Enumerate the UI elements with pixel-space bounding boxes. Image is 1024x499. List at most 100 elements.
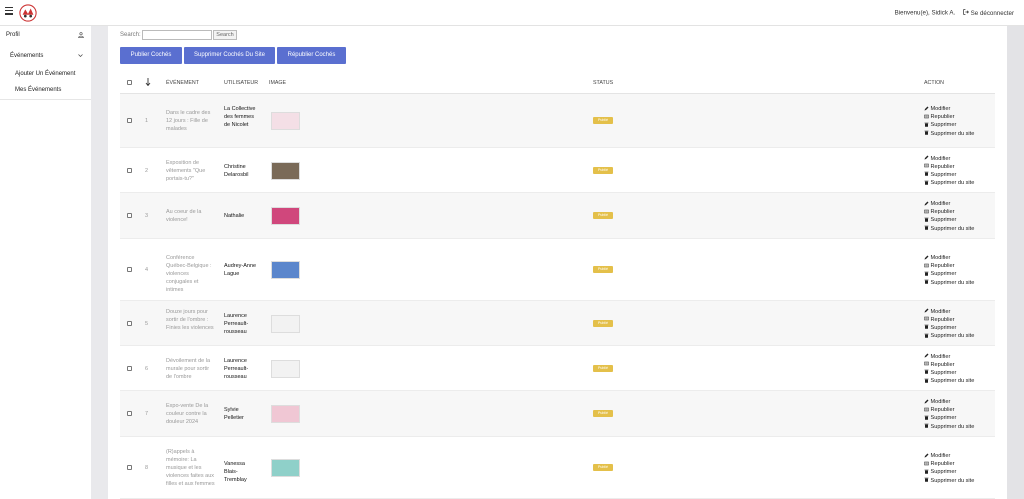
republish-action[interactable]: Republier: [924, 316, 974, 324]
republish-checked-button[interactable]: Républier Cochés: [277, 47, 346, 64]
sidebar-item-events[interactable]: Événements: [10, 53, 43, 59]
republish-action[interactable]: Republier: [924, 361, 974, 369]
republish-action[interactable]: Republier: [924, 163, 974, 171]
delete-site-action[interactable]: Supprimer du site: [924, 279, 974, 287]
table-row: 4 Conférence Québec-Belgique : violences …: [120, 239, 995, 301]
row-number: 6: [145, 365, 149, 372]
event-user: La Collective des femmes de Nicolet: [224, 106, 256, 128]
edit-action[interactable]: Modifier: [924, 353, 974, 361]
sort-arrow-icon[interactable]: [145, 78, 151, 86]
edit-action[interactable]: Modifier: [924, 452, 974, 460]
event-thumbnail[interactable]: [271, 161, 300, 180]
republish-action[interactable]: Republier: [924, 460, 974, 468]
event-thumbnail[interactable]: [271, 459, 300, 477]
trash-icon: [924, 415, 929, 420]
edit-action[interactable]: Modifier: [924, 105, 974, 113]
edit-action[interactable]: Modifier: [924, 254, 974, 262]
search-button[interactable]: Search: [213, 30, 237, 40]
delete-site-action[interactable]: Supprimer du site: [924, 477, 974, 485]
row-checkbox[interactable]: [127, 267, 132, 272]
select-all-checkbox[interactable]: [127, 80, 132, 85]
delete-action[interactable]: Supprimer: [924, 216, 974, 224]
trash-icon: [924, 370, 929, 375]
republish-action[interactable]: Republier: [924, 262, 974, 270]
delete-site-action[interactable]: Supprimer du site: [924, 179, 974, 187]
row-checkbox[interactable]: [127, 213, 132, 218]
action-label: Supprimer du site: [930, 279, 975, 286]
row-checkbox[interactable]: [127, 320, 132, 326]
republish-action[interactable]: Republier: [924, 113, 974, 121]
delete-action[interactable]: Supprimer: [924, 171, 974, 179]
row-checkbox[interactable]: [127, 118, 132, 123]
row-checkbox[interactable]: [127, 411, 132, 416]
trash-icon: [924, 271, 929, 276]
trash-icon: [924, 378, 929, 383]
delete-action[interactable]: Supprimer: [924, 324, 974, 332]
edit-action[interactable]: Modifier: [924, 398, 974, 406]
table-row: 1 Dans le cadre des 12 jours : Fille de m…: [120, 94, 995, 148]
user-area: Bienvenu(e), Sidick A. Se déconnecter: [895, 9, 1014, 17]
delete-site-action[interactable]: Supprimer du site: [924, 225, 974, 233]
edit-action[interactable]: Modifier: [924, 308, 974, 316]
action-label: Supprimer du site: [930, 225, 975, 232]
delete-action[interactable]: Supprimer: [924, 468, 974, 476]
trash-icon: [924, 122, 929, 127]
newspaper-icon: [924, 316, 929, 321]
event-title: Expo-vente De la couleur contre la doule…: [166, 403, 209, 425]
logout-link[interactable]: Se déconnecter: [963, 9, 1014, 17]
event-thumbnail[interactable]: [271, 359, 300, 378]
menu-icon[interactable]: [5, 7, 13, 15]
search-input[interactable]: [142, 30, 212, 40]
column-header-status[interactable]: Status: [593, 80, 613, 86]
table-row: 3 Au coeur de la violence! Nathalie Publié M…: [120, 193, 995, 239]
site-logo[interactable]: [19, 4, 37, 22]
delete-action[interactable]: Supprimer: [924, 121, 974, 129]
delete-site-action[interactable]: Supprimer du site: [924, 332, 974, 340]
event-thumbnail[interactable]: [271, 261, 300, 279]
row-checkbox[interactable]: [127, 465, 132, 470]
event-title: Conférence Québec-Belgique : violences c…: [166, 255, 212, 293]
delete-site-action[interactable]: Supprimer du site: [924, 130, 974, 138]
publish-checked-button[interactable]: Publier Cochés: [120, 47, 182, 64]
event-thumbnail[interactable]: [271, 207, 300, 225]
newspaper-icon: [924, 263, 929, 267]
delete-action[interactable]: Supprimer: [924, 270, 974, 278]
edit-action[interactable]: Modifier: [924, 155, 974, 163]
event-user: Vanessa Blais-Tremblay: [224, 461, 247, 483]
event-thumbnail[interactable]: [271, 314, 300, 333]
row-actions: Modifier Republier Supprimer Supprimer du s…: [924, 200, 974, 233]
search-label: Search:: [120, 32, 141, 38]
sidebar-divider: [0, 99, 91, 100]
event-user: Christine Delarosbil: [224, 163, 249, 178]
event-user: Audrey-Anne Lague: [224, 263, 257, 277]
delete-action[interactable]: Supprimer: [924, 369, 974, 377]
table-row: 6 Dévoilement de la murale pour sortir de…: [120, 346, 995, 391]
column-header-event[interactable]: Événement: [166, 80, 199, 86]
top-bar: Bienvenu(e), Sidick A. Se déconnecter: [0, 0, 1024, 26]
delete-checked-from-site-button[interactable]: Supprimer Cochés Du Site: [184, 47, 275, 64]
action-label: Modifier: [930, 201, 951, 207]
event-thumbnail[interactable]: [271, 405, 300, 423]
trash-icon: [924, 423, 929, 428]
action-label: Supprimer: [930, 122, 957, 129]
sidebar-item-profile[interactable]: Profil: [6, 32, 20, 38]
pencil-icon: [924, 453, 929, 457]
logout-icon: [963, 9, 969, 15]
chevron-down-icon[interactable]: [78, 53, 83, 58]
trash-icon: [924, 217, 929, 222]
event-thumbnail[interactable]: [271, 112, 300, 130]
republish-action[interactable]: Republier: [924, 208, 974, 216]
delete-action[interactable]: Supprimer: [924, 414, 974, 422]
pencil-icon: [924, 201, 929, 205]
row-number: 1: [145, 118, 149, 124]
sidebar-item-add-event[interactable]: Ajouter Un Événement: [15, 71, 75, 77]
column-header-user[interactable]: Utilisateur: [224, 80, 258, 86]
edit-action[interactable]: Modifier: [924, 200, 974, 208]
delete-site-action[interactable]: Supprimer du site: [924, 423, 974, 431]
row-checkbox[interactable]: [127, 365, 132, 371]
pencil-icon: [924, 255, 929, 259]
sidebar-item-my-events[interactable]: Mes Événements: [15, 87, 61, 93]
republish-action[interactable]: Republier: [924, 406, 974, 414]
row-checkbox[interactable]: [127, 167, 132, 173]
delete-site-action[interactable]: Supprimer du site: [924, 377, 974, 385]
